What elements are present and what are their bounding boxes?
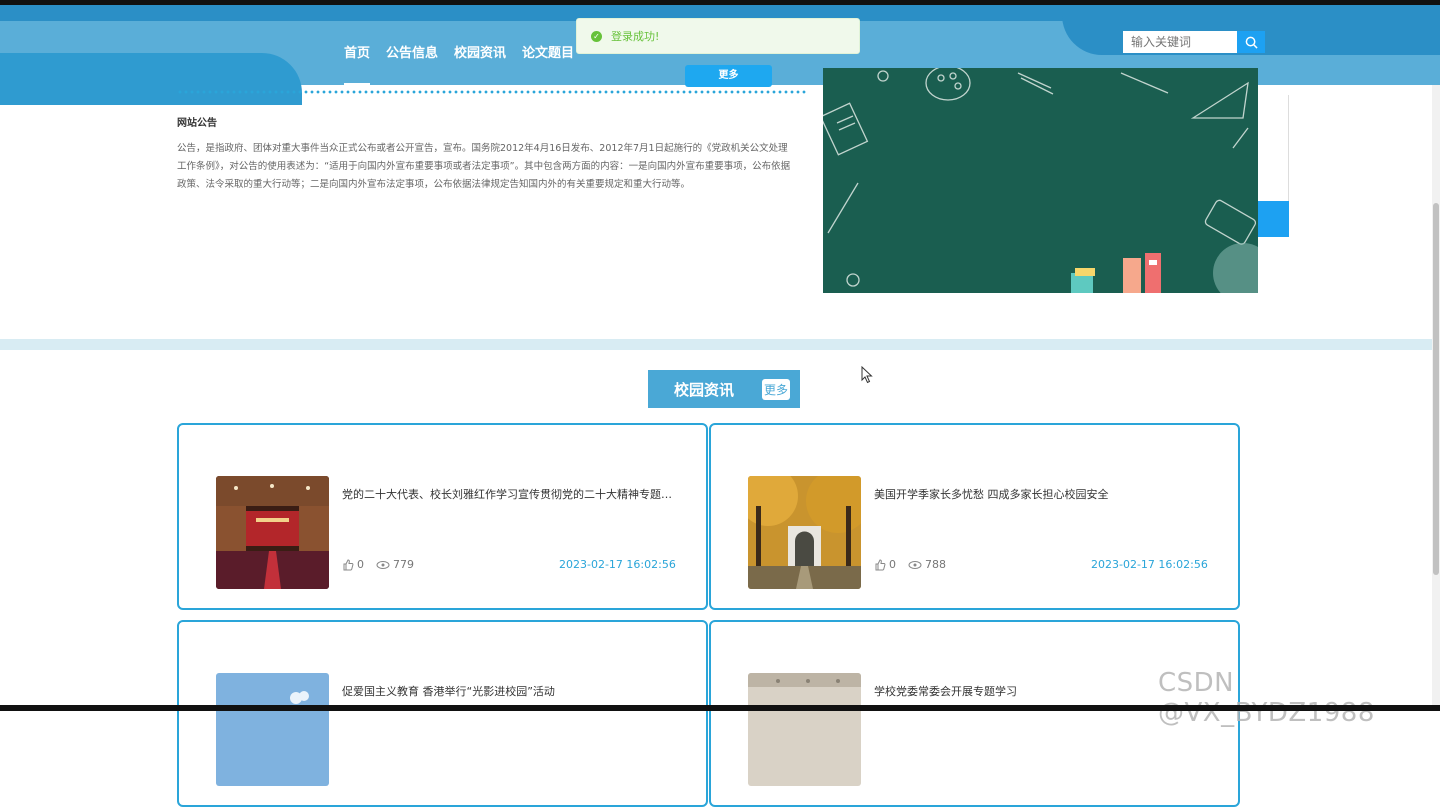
news-title[interactable]: 学校党委常委会开展专题学习 [874, 683, 1204, 699]
thumbs-up-icon[interactable] [342, 558, 354, 571]
autumn-campus-photo [748, 476, 861, 589]
news-thumbnail[interactable] [216, 476, 329, 589]
login-success-toast: ✓ 登录成功! [576, 18, 860, 54]
toast-message: 登录成功! [611, 30, 660, 43]
eye-icon [376, 560, 390, 569]
news-date: 2023-02-17 16:02:56 [1091, 558, 1208, 571]
main-nav: 首页 公告信息 校园资讯 论文题目 [336, 45, 582, 85]
page-scrollbar[interactable] [1432, 85, 1440, 711]
nav-item-home[interactable]: 首页 [336, 45, 378, 85]
like-count: 0 [357, 558, 364, 571]
section-title: 校园资讯 [674, 380, 735, 399]
news-thumbnail[interactable] [748, 673, 861, 786]
meeting-room-photo [748, 673, 861, 786]
side-panel [1258, 95, 1289, 237]
search-input[interactable] [1123, 31, 1237, 53]
view-count: 779 [393, 558, 414, 571]
news-card[interactable]: 美国开学季家长多忧愁 四成多家长担心校园安全 0 788 2023-02-17 … [709, 423, 1240, 610]
news-card[interactable]: 促爱国主义教育 香港举行“光影进校园”活动 [177, 620, 708, 807]
sky-photo [216, 673, 329, 786]
thumbs-up-icon[interactable] [874, 558, 886, 571]
news-stats: 0 779 [342, 558, 418, 571]
side-panel-button[interactable] [1258, 201, 1289, 237]
nav-item-announcements[interactable]: 公告信息 [378, 45, 446, 75]
news-title[interactable]: 党的二十大代表、校长刘雅红作学习宣传贯彻党的二十大精神专题报告 [342, 486, 672, 502]
dotted-divider [177, 90, 807, 94]
nav-item-campus-news[interactable]: 校园资讯 [446, 45, 514, 75]
view-count: 788 [925, 558, 946, 571]
window-bottom-edge [0, 705, 1440, 711]
nav-item-thesis-topics[interactable]: 论文题目 [514, 45, 582, 75]
search-icon [1245, 36, 1258, 49]
section-separator [0, 339, 1440, 350]
chalkboard-illustration [823, 68, 1258, 293]
campus-news-header: 校园资讯 更多 [648, 370, 800, 408]
auditorium-photo [216, 476, 329, 589]
news-title[interactable]: 美国开学季家长多忧愁 四成多家长担心校园安全 [874, 486, 1204, 502]
news-title[interactable]: 促爱国主义教育 香港举行“光影进校园”活动 [342, 683, 672, 699]
scrollbar-thumb[interactable] [1433, 203, 1439, 575]
news-thumbnail[interactable] [748, 476, 861, 589]
check-circle-icon: ✓ [591, 30, 602, 42]
news-thumbnail[interactable] [216, 673, 329, 786]
notice-body: 公告，是指政府、团体对重大事件当众正式公布或者公开宣告，宣布。国务院2012年4… [177, 143, 791, 190]
notice-more-button[interactable]: 更多 [685, 65, 772, 87]
watermark-text: CSDN @VX_BYDZ1988 [1158, 668, 1375, 728]
news-stats: 0 788 [874, 558, 950, 571]
notice-title: 网站公告 [177, 118, 217, 129]
search-box [1123, 31, 1265, 53]
search-button[interactable] [1237, 31, 1265, 53]
chalkboard-banner-image [823, 68, 1258, 293]
eye-icon [908, 560, 922, 569]
mouse-cursor-icon [861, 366, 873, 384]
like-count: 0 [889, 558, 896, 571]
header-left-decoration [0, 53, 302, 105]
news-date: 2023-02-17 16:02:56 [559, 558, 676, 571]
news-more-button[interactable]: 更多 [762, 378, 791, 400]
news-card[interactable]: 党的二十大代表、校长刘雅红作学习宣传贯彻党的二十大精神专题报告 0 779 20… [177, 423, 708, 610]
